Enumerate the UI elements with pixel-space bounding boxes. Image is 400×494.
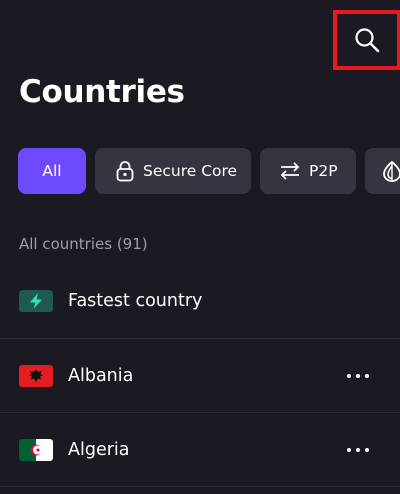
lock-icon <box>115 160 135 182</box>
page-title: Countries <box>19 74 185 110</box>
tor-onion-icon <box>383 160 400 182</box>
filter-chip-p2p[interactable]: P2P <box>260 148 356 194</box>
divider <box>0 486 400 487</box>
countries-screen: Countries All Secure Core P2P All countr… <box>0 0 400 494</box>
filter-chip-label: P2P <box>309 162 338 180</box>
list-item-algeria[interactable]: Algeria <box>0 413 400 487</box>
more-options-button[interactable] <box>336 356 380 396</box>
filter-chip-secure-core[interactable]: Secure Core <box>95 148 251 194</box>
list-item-albania[interactable]: Albania <box>0 339 400 413</box>
bolt-icon <box>19 290 53 312</box>
search-button[interactable] <box>333 10 400 70</box>
more-horizontal-icon <box>347 448 369 452</box>
list-item-label: Fastest country <box>68 291 203 311</box>
transfer-arrows-icon <box>279 161 301 181</box>
filter-chip-label: Secure Core <box>143 162 238 180</box>
filter-chips: All Secure Core P2P <box>18 148 400 194</box>
filter-chip-label: All <box>42 162 62 180</box>
list-item-label: Albania <box>68 366 134 386</box>
list-item-label: Algeria <box>68 440 130 460</box>
section-header: All countries (91) <box>19 235 148 253</box>
filter-chip-tor[interactable] <box>365 148 400 194</box>
more-options-button[interactable] <box>336 430 380 470</box>
list-item-fastest-country[interactable]: Fastest country <box>0 264 400 338</box>
flag-albania-icon <box>19 365 53 387</box>
filter-chip-all[interactable]: All <box>18 148 86 194</box>
flag-algeria-icon <box>19 439 53 461</box>
more-horizontal-icon <box>347 374 369 378</box>
search-icon <box>355 28 380 53</box>
